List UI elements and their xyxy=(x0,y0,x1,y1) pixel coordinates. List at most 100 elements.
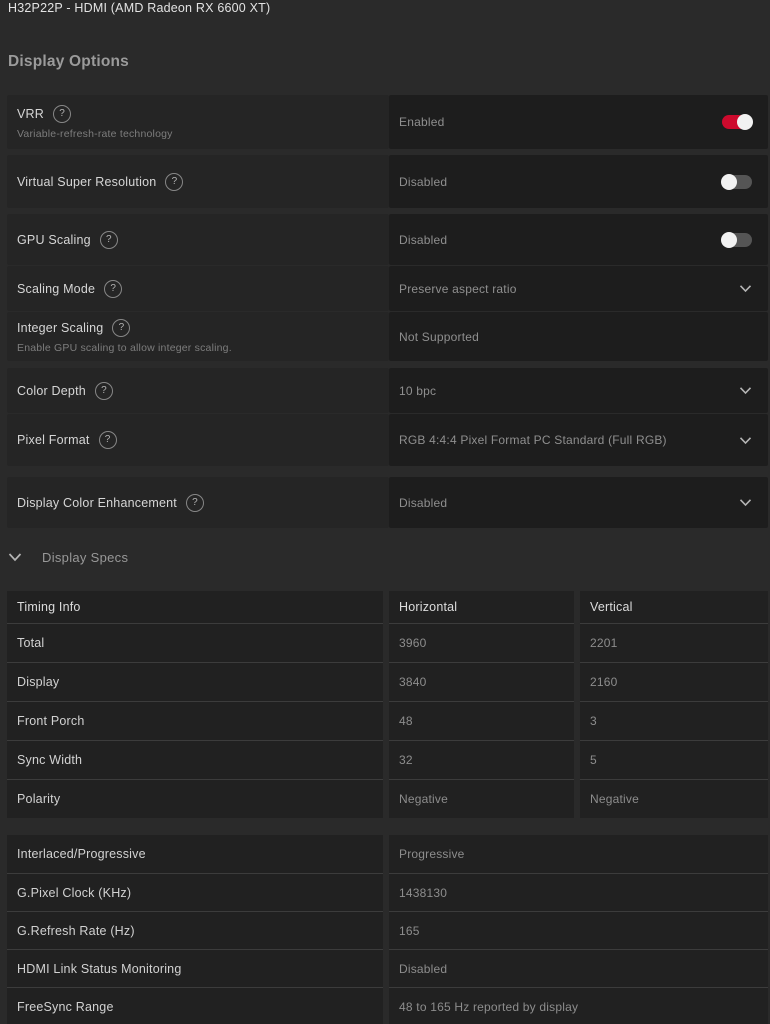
column-header-vertical: Vertical xyxy=(580,591,768,623)
vrr-label: VRR xyxy=(17,107,44,121)
integer-scaling-value: Not Supported xyxy=(399,330,754,344)
vrr-toggle[interactable] xyxy=(722,115,752,129)
gpu-scaling-toggle[interactable] xyxy=(722,233,752,247)
vertical-value: 3 xyxy=(580,701,768,740)
column-header-horizontal: Horizontal xyxy=(389,591,574,623)
pixel-format-dropdown[interactable]: RGB 4:4:4 Pixel Format PC Standard (Full… xyxy=(389,414,768,466)
horizontal-value: Negative xyxy=(389,779,574,818)
table-row-display: Display 3840 2160 xyxy=(7,662,768,701)
vertical-value: 2160 xyxy=(580,662,768,701)
gpu-scaling-label-cell: GPU Scaling ? xyxy=(7,214,389,265)
scaling-mode-dropdown[interactable]: Preserve aspect ratio xyxy=(389,266,768,311)
option-row-virtual-super-resolution: Virtual Super Resolution ? Disabled xyxy=(7,155,768,208)
horizontal-value: 48 xyxy=(389,701,574,740)
horizontal-value: 3840 xyxy=(389,662,574,701)
gpu-scaling-label: GPU Scaling xyxy=(17,233,91,247)
horizontal-value: 32 xyxy=(389,740,574,779)
table-row-total: Total 3960 2201 xyxy=(7,623,768,662)
chevron-down-icon xyxy=(739,284,752,293)
vertical-value: Negative xyxy=(580,779,768,818)
chevron-down-icon xyxy=(739,436,752,445)
gpu-scaling-value-cell: Disabled xyxy=(389,214,768,265)
vertical-value: 5 xyxy=(580,740,768,779)
vertical-value: 2201 xyxy=(580,623,768,662)
row-label: FreeSync Range xyxy=(7,987,383,1024)
row-label: Display xyxy=(7,662,383,701)
page-title: H32P22P - HDMI (AMD Radeon RX 6600 XT) xyxy=(8,1,270,15)
horizontal-value: 3960 xyxy=(389,623,574,662)
vrr-help-icon[interactable]: ? xyxy=(53,105,71,123)
column-header-timing-info: Timing Info xyxy=(7,591,383,623)
dce-value: Disabled xyxy=(399,496,739,510)
table-row-front-porch: Front Porch 48 3 xyxy=(7,701,768,740)
gpu-scaling-help-icon[interactable]: ? xyxy=(100,231,118,249)
option-row-display-color-enhancement: Display Color Enhancement ? Disabled xyxy=(7,477,768,528)
display-specs-header[interactable]: Display Specs xyxy=(8,545,128,569)
row-label: Interlaced/Progressive xyxy=(7,835,383,873)
dce-dropdown[interactable]: Disabled xyxy=(389,477,768,528)
row-value: 48 to 165 Hz reported by display xyxy=(389,987,768,1024)
color-depth-help-icon[interactable]: ? xyxy=(95,382,113,400)
color-depth-dropdown[interactable]: 10 bpc xyxy=(389,368,768,413)
row-label: Sync Width xyxy=(7,740,383,779)
option-row-integer-scaling: Integer Scaling ? Enable GPU scaling to … xyxy=(7,312,768,361)
table-row-grefresh-rate: G.Refresh Rate (Hz) 165 xyxy=(7,911,768,949)
gpu-scaling-value: Disabled xyxy=(399,233,722,247)
scaling-mode-value: Preserve aspect ratio xyxy=(399,282,739,296)
pixel-format-help-icon[interactable]: ? xyxy=(99,431,117,449)
integer-scaling-value-cell: Not Supported xyxy=(389,312,768,361)
vrr-sublabel: Variable-refresh-rate technology xyxy=(17,128,389,140)
table-row-hdmi-link-status: HDMI Link Status Monitoring Disabled xyxy=(7,949,768,987)
integer-scaling-help-icon[interactable]: ? xyxy=(112,319,130,337)
integer-scaling-label-cell: Integer Scaling ? Enable GPU scaling to … xyxy=(7,312,389,361)
vsr-label-cell: Virtual Super Resolution ? xyxy=(7,155,389,208)
table-row-polarity: Polarity Negative Negative xyxy=(7,779,768,818)
row-label: Total xyxy=(7,623,383,662)
option-row-scaling-mode: Scaling Mode ? Preserve aspect ratio xyxy=(7,266,768,311)
table-row-sync-width: Sync Width 32 5 xyxy=(7,740,768,779)
table-row-interlaced-progressive: Interlaced/Progressive Progressive xyxy=(7,835,768,873)
vrr-label-cell: VRR ? Variable-refresh-rate technology xyxy=(7,95,389,149)
table-header-row: Timing Info Horizontal Vertical xyxy=(7,591,768,623)
row-label: Front Porch xyxy=(7,701,383,740)
row-label: Polarity xyxy=(7,779,383,818)
row-value: 165 xyxy=(389,911,768,949)
color-depth-label-cell: Color Depth ? xyxy=(7,368,389,413)
row-label: HDMI Link Status Monitoring xyxy=(7,949,383,987)
option-row-pixel-format: Pixel Format ? RGB 4:4:4 Pixel Format PC… xyxy=(7,414,768,466)
scaling-mode-help-icon[interactable]: ? xyxy=(104,280,122,298)
vsr-value-cell: Disabled xyxy=(389,155,768,208)
table-row-gpixel-clock: G.Pixel Clock (KHz) 1438130 xyxy=(7,873,768,911)
pixel-format-value: RGB 4:4:4 Pixel Format PC Standard (Full… xyxy=(399,433,739,447)
scaling-mode-label-cell: Scaling Mode ? xyxy=(7,266,389,311)
pixel-format-label: Pixel Format xyxy=(17,433,90,447)
vsr-toggle[interactable] xyxy=(722,175,752,189)
row-value: 1438130 xyxy=(389,873,768,911)
timing-info-table: Timing Info Horizontal Vertical Total 39… xyxy=(7,591,768,818)
vsr-help-icon[interactable]: ? xyxy=(165,173,183,191)
row-label: G.Refresh Rate (Hz) xyxy=(7,911,383,949)
toggle-knob xyxy=(721,174,737,190)
row-value: Disabled xyxy=(389,949,768,987)
color-depth-value: 10 bpc xyxy=(399,384,739,398)
dce-label-cell: Display Color Enhancement ? xyxy=(7,477,389,528)
option-row-vrr: VRR ? Variable-refresh-rate technology E… xyxy=(7,95,768,149)
vrr-value: Enabled xyxy=(399,115,722,129)
table-row-freesync-range: FreeSync Range 48 to 165 Hz reported by … xyxy=(7,987,768,1024)
scaling-mode-label: Scaling Mode xyxy=(17,282,95,296)
pixel-format-label-cell: Pixel Format ? xyxy=(7,414,389,466)
toggle-knob xyxy=(737,114,753,130)
integer-scaling-sublabel: Enable GPU scaling to allow integer scal… xyxy=(17,342,389,354)
dce-help-icon[interactable]: ? xyxy=(186,494,204,512)
row-label: G.Pixel Clock (KHz) xyxy=(7,873,383,911)
display-specs-title: Display Specs xyxy=(42,550,128,565)
vsr-value: Disabled xyxy=(399,175,722,189)
vrr-value-cell: Enabled xyxy=(389,95,768,149)
vsr-label: Virtual Super Resolution xyxy=(17,175,156,189)
dce-label: Display Color Enhancement xyxy=(17,496,177,510)
option-row-color-depth: Color Depth ? 10 bpc xyxy=(7,368,768,413)
chevron-down-icon xyxy=(739,386,752,395)
radeon-display-settings-page: H32P22P - HDMI (AMD Radeon RX 6600 XT) D… xyxy=(0,0,770,1024)
option-row-gpu-scaling: GPU Scaling ? Disabled xyxy=(7,214,768,265)
integer-scaling-label: Integer Scaling xyxy=(17,321,103,335)
